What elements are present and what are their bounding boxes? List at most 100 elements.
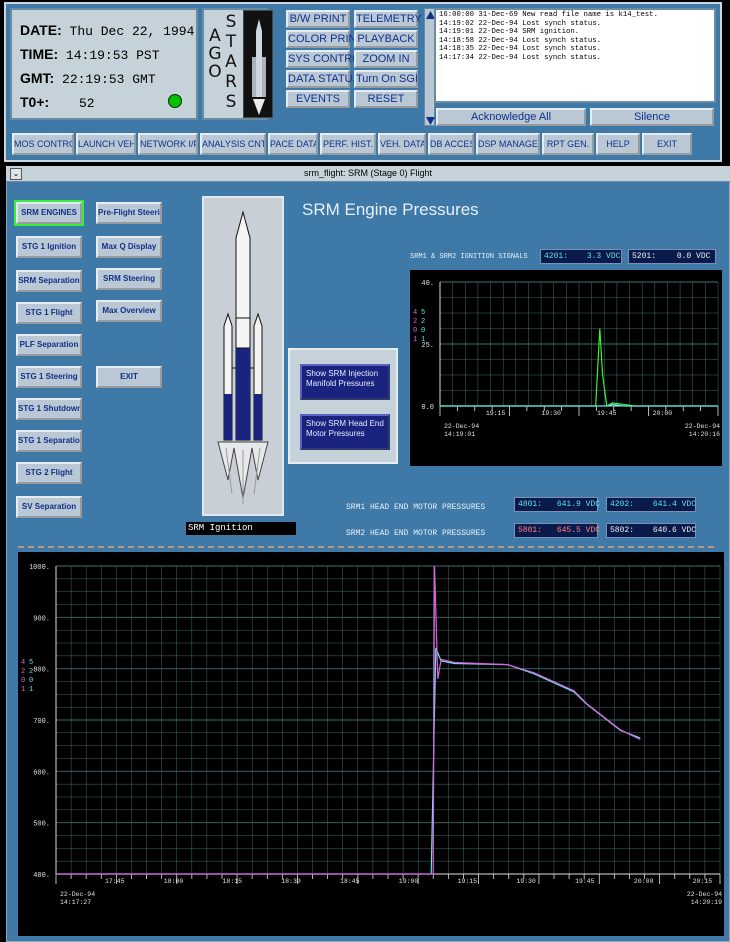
- srm-engines-button[interactable]: SRM ENGINES: [14, 200, 84, 226]
- telemetry-button[interactable]: TELEMETRY: [354, 10, 422, 28]
- legend-channel-digit: 0: [413, 327, 417, 335]
- srm2-pressure-label: SRM2 HEAD END MOTOR PRESSURES: [346, 529, 486, 538]
- legend-channel-digit: 5: [421, 309, 425, 317]
- events-button[interactable]: EVENTS: [286, 90, 350, 108]
- logo-letter: G: [208, 44, 222, 64]
- window-menu-icon[interactable]: ⌄: [10, 168, 22, 180]
- legend-channel-digit: 1: [29, 686, 33, 694]
- legend-channel-digit: 4: [413, 309, 417, 317]
- exit-button[interactable]: EXIT: [96, 366, 162, 388]
- stg1-flight-button[interactable]: STG 1 Flight: [16, 302, 82, 324]
- pressure-readout-5801: 5801: 645.5 VDC: [514, 523, 601, 538]
- x-end-date: 22-Dec-94: [687, 891, 722, 898]
- legend-channel-digit: 4: [21, 659, 25, 667]
- legend-channel-digit: 0: [421, 327, 425, 335]
- readout-value: 3.3 VDC: [586, 252, 621, 261]
- x-tick-label: 19:30: [516, 878, 536, 885]
- legend-channel-digit: 0: [21, 677, 25, 685]
- max-q-display-button[interactable]: Max Q Display: [96, 236, 162, 258]
- x-end-time: 14:20:16: [689, 431, 720, 438]
- pressure-readout-4801: 4801: 641.9 VDC: [514, 497, 601, 512]
- status-led: [168, 94, 182, 108]
- menu-perf-hist[interactable]: PERF. HIST.: [320, 133, 376, 155]
- readout-value: 0.0 VDC: [676, 252, 711, 261]
- playback-button[interactable]: PLAYBACK: [354, 30, 418, 48]
- ignition-readout-4201: 4201: 3.3 VDC: [540, 249, 622, 264]
- plf-separation-button[interactable]: PLF Separation: [16, 334, 82, 356]
- legend-channel-digit: 1: [413, 336, 417, 344]
- sv-separation-button[interactable]: SV Separation: [16, 496, 82, 518]
- x-tick-label: 18:45: [340, 878, 360, 885]
- stg1-steering-button[interactable]: STG 1 Steering: [16, 366, 82, 388]
- x-tick-label: 20:15: [693, 878, 713, 885]
- log-line: 14:19:01 22-Dec-94 SRM ignition.: [439, 28, 580, 37]
- readout-id: 5802:: [610, 526, 635, 535]
- readout-value: 645.5 VDC: [556, 526, 601, 535]
- stg1-ignition-button[interactable]: STG 1 Ignition: [16, 236, 82, 258]
- legend-channel-digit: 2: [413, 318, 417, 326]
- menu-launch-veh[interactable]: LAUNCH VEH.: [76, 133, 136, 155]
- data-status-button[interactable]: DATA STATUS: [286, 70, 360, 88]
- color-print-button[interactable]: COLOR PRINT: [286, 30, 363, 48]
- readout-id: 5801:: [518, 526, 543, 535]
- x-tick-label: 17:45: [105, 878, 125, 885]
- stg2-flight-button[interactable]: STG 2 Flight: [16, 462, 82, 484]
- log-line: 16:00:00 31-Dec-69 New read file name is…: [439, 11, 658, 19]
- menu-help[interactable]: HELP: [596, 133, 640, 155]
- legend-channel-digit: 1: [21, 686, 25, 694]
- logo-letter: T: [225, 32, 237, 52]
- ignition-readout-5201: 5201: 0.0 VDC: [628, 249, 716, 264]
- head-end-pressure-chart: 1000. 900. 800. 700. 600. 500. 400. 17:45 18:00 1…: [18, 552, 724, 936]
- readout-id: 4801:: [518, 500, 543, 509]
- menu-veh-data[interactable]: VEH. DATA: [378, 133, 426, 155]
- srm-steering-button[interactable]: SRM Steering: [96, 268, 162, 290]
- menu-network-if[interactable]: NETWORK I/F: [138, 133, 198, 155]
- stg1-shutdown-button[interactable]: STG 1 Shutdown: [16, 398, 82, 420]
- menu-rpt-gen[interactable]: RPT GEN.: [542, 133, 594, 155]
- gmt-label: GMT:: [20, 70, 55, 86]
- show-head-end-motor-button[interactable]: Show SRM Head End Motor Pressures: [300, 414, 390, 450]
- gmt-value: 22:19:53 GMT: [62, 72, 156, 87]
- x-tick-label: 19:00: [399, 878, 419, 885]
- menu-db-access[interactable]: DB ACCESS: [428, 133, 474, 155]
- silence-button[interactable]: Silence: [590, 108, 714, 126]
- x-end-time: 14:20:19: [691, 899, 722, 906]
- zoom-in-button[interactable]: ZOOM IN: [354, 50, 418, 68]
- flight-phase-label: SRM Ignition: [186, 522, 296, 535]
- turn-on-sgi-button[interactable]: Turn On SGI: [354, 70, 418, 88]
- legend-channel-digit: 2: [29, 668, 33, 676]
- legend-channel-digit: 2: [421, 318, 425, 326]
- menu-exit[interactable]: EXIT: [642, 133, 692, 155]
- y-tick-label: 1000.: [29, 564, 50, 572]
- srm1-pressure-label: SRM1 HEAD END MOTOR PRESSURES: [346, 503, 486, 512]
- srm-separation-button[interactable]: SRM Separation: [16, 270, 82, 292]
- legend-channel-digit: 0: [29, 677, 33, 685]
- menu-analysis-cnt[interactable]: ANALYSIS CNT.: [200, 133, 266, 155]
- stg1-separation-button[interactable]: STG 1 Separation: [16, 430, 82, 452]
- menu-mos-control[interactable]: MOS CONTROL: [12, 133, 74, 155]
- logo-letter: O: [208, 62, 222, 82]
- menu-pace-data[interactable]: PACE DATA: [268, 133, 318, 155]
- t0-label: T0+:: [20, 94, 50, 110]
- x-tick-label: 19:45: [597, 410, 617, 417]
- y-tick-label: 40.: [421, 280, 434, 288]
- max-overview-button[interactable]: Max Overview: [96, 300, 162, 322]
- reset-button[interactable]: RESET: [354, 90, 418, 108]
- show-injection-manifold-button[interactable]: Show SRM Injection Manifold Pressures: [300, 364, 390, 400]
- log-line: 14:19:02 22-Dec-94 Lost synch status.: [439, 19, 602, 28]
- legend-channel-digit: 5: [29, 659, 33, 667]
- acknowledge-all-button[interactable]: Acknowledge All: [436, 108, 586, 126]
- x-tick-label: 19:30: [541, 410, 561, 417]
- date-value: Thu Dec 22, 1994: [69, 24, 195, 39]
- ignition-signals-label: SRM1 & SRM2 IGNITION SIGNALS: [410, 253, 528, 261]
- readout-value: 641.9 VDC: [556, 500, 601, 509]
- window-titlebar[interactable]: srm_flight: SRM (Stage 0) Flight: [6, 166, 730, 182]
- logo-letter: S: [225, 92, 237, 112]
- launch-rocket-icon: [243, 10, 273, 118]
- log-line: 14:18:58 22-Dec-94 Lost synch status.: [439, 36, 602, 45]
- menu-dsp-manager[interactable]: DSP MANAGER: [476, 133, 540, 155]
- sys-control-button[interactable]: SYS CONTROL: [286, 50, 367, 68]
- log-line: 14:18:35 22-Dec-94 Lost synch status.: [439, 45, 602, 54]
- bw-print-button[interactable]: B/W PRINT: [286, 10, 350, 28]
- pre-flight-steering-button[interactable]: Pre-Flight Steering: [96, 202, 162, 224]
